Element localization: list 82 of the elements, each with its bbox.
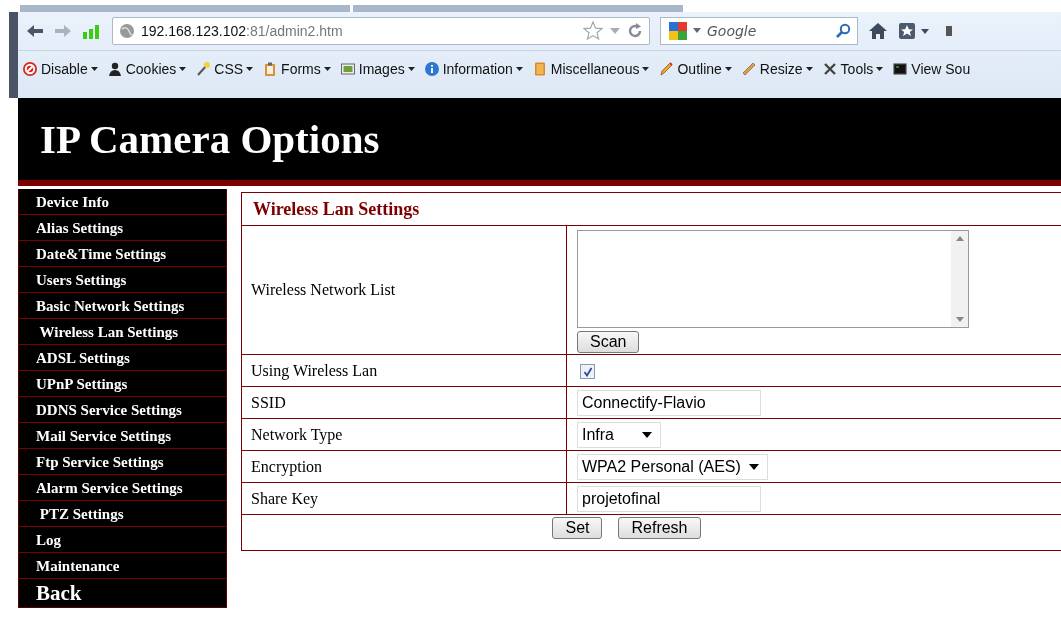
field-label: Share Key (251, 489, 319, 507)
toolbar-menu[interactable]: Tools (819, 61, 886, 77)
field-label: Using Wireless Lan (251, 361, 378, 379)
wand-icon (195, 61, 212, 77)
field-label: Network Type (251, 425, 343, 443)
sidebar-link[interactable]: Alias Settings (19, 215, 226, 241)
sidebar-link[interactable]: Log (19, 527, 226, 553)
sidebar-link[interactable]: Users Settings (19, 267, 226, 293)
search-icon[interactable] (835, 23, 851, 39)
caret-icon (805, 66, 813, 72)
caret-icon[interactable] (693, 28, 701, 34)
signal-icon (82, 23, 102, 39)
caret-icon (642, 66, 650, 72)
caret-icon (876, 66, 884, 72)
prohibited-icon (22, 61, 38, 77)
network-listbox[interactable] (577, 229, 969, 328)
toolbar-menu[interactable]: View Sou (890, 61, 973, 77)
search-input[interactable]: Google (705, 22, 819, 40)
sidebar-link[interactable]: DDNS Service Settings (19, 397, 226, 423)
caret-icon (407, 66, 415, 72)
caret-icon (246, 66, 254, 72)
caret-icon (724, 66, 732, 72)
star-icon[interactable] (583, 21, 603, 41)
sidebar-link[interactable]: Alarm Service Settings (19, 475, 226, 501)
back-icon[interactable] (26, 23, 44, 39)
toolbar-menu[interactable]: Forms (260, 61, 333, 77)
dropdown[interactable]: Infra (577, 421, 661, 448)
caret-icon (515, 66, 523, 72)
dropdown[interactable]: WPA2 Personal (AES) (577, 453, 768, 480)
terminal-icon (892, 61, 909, 77)
sidebar-link[interactable]: ADSL Settings (19, 345, 226, 371)
field-label: Wireless Network List (251, 281, 396, 298)
scroll-down-icon[interactable] (955, 315, 964, 322)
dropdown-icon[interactable] (609, 27, 621, 35)
toolbar-menu[interactable]: Images (337, 61, 417, 77)
search-field[interactable]: Google (660, 17, 858, 45)
caret-icon (642, 431, 652, 438)
page-title: IP Camera Options (40, 115, 380, 163)
info-icon (423, 61, 440, 77)
reload-icon[interactable] (627, 23, 643, 39)
sidebar-link[interactable]: Date&Time Settings (19, 241, 226, 267)
panel-title: Wireless Lan Settings (242, 193, 1061, 226)
home-icon[interactable] (868, 22, 888, 40)
pencil-icon (658, 61, 675, 77)
sidebar-link[interactable]: Device Info (19, 189, 226, 215)
ruler-icon (740, 61, 757, 77)
google-icon[interactable] (667, 20, 689, 42)
address-text: 192.168.123.102:81/admin2.htm (141, 23, 343, 39)
toolbar-menu[interactable]: CSS (193, 61, 256, 77)
sidebar-link[interactable]: Back (19, 579, 226, 607)
sidebar-link[interactable]: UPnP Settings (19, 371, 226, 397)
image-icon (339, 61, 356, 77)
figure-icon (106, 61, 123, 77)
caret-icon (323, 66, 331, 72)
globe-icon (119, 23, 135, 39)
sidebar-link[interactable]: PTZ Settings (19, 501, 226, 527)
scan-button[interactable]: Scan (577, 330, 640, 353)
toolbar-menu[interactable]: Miscellaneous (529, 61, 652, 77)
sidebar-link[interactable]: Maintenance (19, 553, 226, 579)
forward-icon[interactable] (54, 23, 72, 39)
toolbar-menu[interactable]: Outline (656, 61, 734, 77)
address-bar[interactable]: 192.168.123.102:81/admin2.htm (112, 17, 650, 45)
scroll-up-icon[interactable] (955, 235, 964, 242)
toolbar-menu[interactable]: Resize (738, 61, 815, 77)
toolbar-menu[interactable]: Information (421, 61, 525, 77)
field-label: Encryption (251, 457, 323, 475)
field-label: SSID (251, 393, 286, 411)
checkbox[interactable] (580, 364, 595, 380)
caret-icon (179, 66, 187, 72)
text-field[interactable]: projetofinal (577, 485, 761, 512)
caret-icon (748, 463, 759, 470)
toolbar-menu[interactable]: Disable (20, 61, 100, 77)
form-button[interactable]: Set (552, 517, 603, 539)
toolbar-menu[interactable]: Cookies (104, 61, 189, 77)
sidebar-link[interactable]: Mail Service Settings (19, 423, 226, 449)
sidebar-link[interactable]: Wireless Lan Settings (19, 319, 226, 345)
caret-icon (90, 66, 98, 72)
form-button[interactable]: Refresh (618, 517, 701, 539)
sidebar-link[interactable]: Basic Network Settings (19, 293, 226, 319)
bookmark-star-icon[interactable] (898, 22, 932, 40)
sidebar-link[interactable]: Ftp Service Settings (19, 449, 226, 475)
text-field[interactable]: Connectify-Flavio (577, 389, 761, 416)
